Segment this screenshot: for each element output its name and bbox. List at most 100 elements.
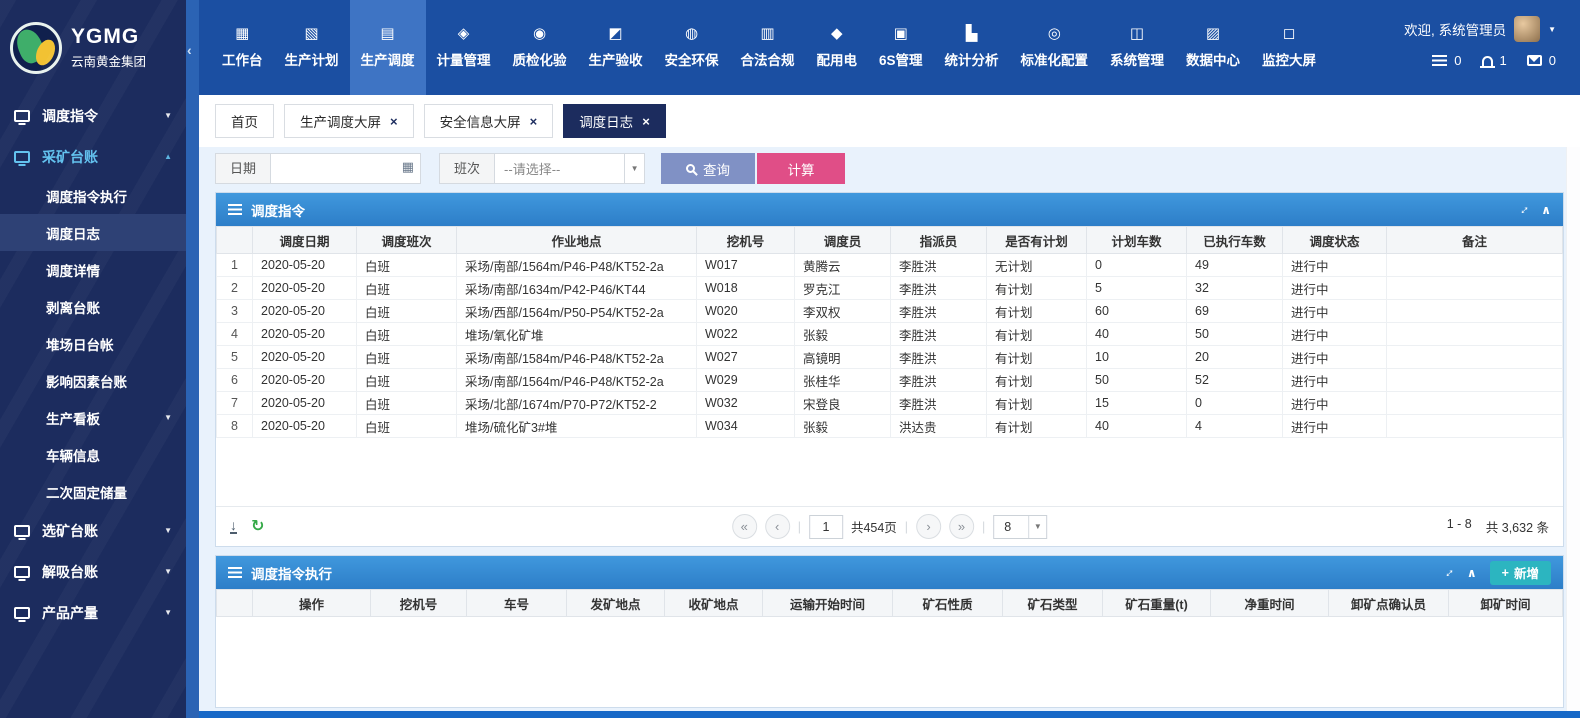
table-cell: 罗克江 xyxy=(795,277,891,300)
table-cell: 10 xyxy=(1087,346,1187,369)
tab-label: 安全信息大屏 xyxy=(440,111,521,131)
topnav-item[interactable]: ▦工作台 xyxy=(211,0,274,95)
sidebar-item[interactable]: 解吸台账▼ xyxy=(0,551,186,592)
close-icon[interactable]: × xyxy=(390,114,398,129)
table-row[interactable]: 72020-05-20白班采场/北部/1674m/P70-P72/KT52-2W… xyxy=(217,392,1563,415)
sidebar-item[interactable]: 二次固定储量 xyxy=(0,473,186,510)
next-page-button[interactable]: › xyxy=(916,514,941,539)
sidebar-item[interactable]: 车辆信息 xyxy=(0,436,186,473)
sidebar-item[interactable]: 采矿台账▲ xyxy=(0,136,186,177)
topnav-item[interactable]: ◻监控大屏 xyxy=(1251,0,1327,95)
date-input[interactable]: ▦ xyxy=(271,153,421,184)
add-button[interactable]: + 新增 xyxy=(1490,561,1551,585)
shift-select[interactable]: --请选择-- ▼ xyxy=(495,153,645,184)
page-size-select[interactable]: 8 ▼ xyxy=(993,515,1047,539)
topnav-item[interactable]: ▤生产调度 xyxy=(350,0,426,95)
refresh-icon[interactable]: ↻ xyxy=(251,519,264,535)
table-cell: 采场/南部/1584m/P46-P48/KT52-2a xyxy=(457,346,697,369)
topnav-item[interactable]: ▧生产计划 xyxy=(274,0,350,95)
collapse-chevron-icon[interactable]: ‹ xyxy=(187,42,192,58)
download-icon[interactable]: ↓ xyxy=(230,519,237,534)
query-button[interactable]: 查询 xyxy=(661,153,755,184)
data-center-icon: ▨ xyxy=(1206,26,1220,41)
topnav-item[interactable]: ◈计量管理 xyxy=(426,0,502,95)
dispatch-execution-table: 操作挖机号车号发矿地点收矿地点运输开始时间矿石性质矿石类型矿石重量(t)净重时间… xyxy=(216,589,1563,617)
table-cell: 2020-05-20 xyxy=(253,254,357,277)
topnav-item[interactable]: ▥合法合规 xyxy=(730,0,806,95)
user-caret-icon[interactable]: ▼ xyxy=(1548,25,1556,34)
topnav-item[interactable]: ◆配用电 xyxy=(806,0,869,95)
table-row[interactable]: 82020-05-20白班堆场/硫化矿3#堆W034张毅洪达贵有计划404进行中 xyxy=(217,415,1563,438)
table-cell: W034 xyxy=(697,415,795,438)
table-cell: 4 xyxy=(1187,415,1283,438)
collapse-panel-icon[interactable]: ∧ xyxy=(1541,203,1551,217)
pager-separator: | xyxy=(798,520,801,534)
sidebar-item[interactable]: 调度指令执行 xyxy=(0,177,186,214)
sidebar-item[interactable]: 影响因素台账 xyxy=(0,362,186,399)
metering-icon: ◈ xyxy=(458,26,470,41)
sidebar-menu: 调度指令▼采矿台账▲调度指令执行调度日志调度详情剥离台账堆场日台帐影响因素台账生… xyxy=(0,95,186,633)
sidebar-item[interactable]: 产品产量▼ xyxy=(0,592,186,633)
badge-list-badge[interactable]: 0 xyxy=(1432,53,1461,68)
chevron-down-icon: ▼ xyxy=(164,111,172,120)
close-icon[interactable]: × xyxy=(642,114,650,129)
collapse-panel-icon[interactable]: ∧ xyxy=(1467,566,1477,580)
table-cell: 2020-05-20 xyxy=(253,277,357,300)
sidebar-item[interactable]: 调度详情 xyxy=(0,251,186,288)
column-header: 作业地点 xyxy=(457,227,697,254)
table-cell: 进行中 xyxy=(1283,369,1387,392)
table-cell: 白班 xyxy=(357,323,457,346)
topnav-item[interactable]: ◉质检化验 xyxy=(502,0,578,95)
prev-page-button[interactable]: ‹ xyxy=(765,514,790,539)
table-row[interactable]: 32020-05-20白班采场/西部/1564m/P50-P54/KT52-2a… xyxy=(217,300,1563,323)
topnav-item[interactable]: ▙统计分析 xyxy=(934,0,1010,95)
tab-item[interactable]: 安全信息大屏 × xyxy=(424,104,554,138)
badge-mail[interactable]: 0 xyxy=(1527,53,1556,68)
tab-item[interactable]: 首页 xyxy=(215,104,274,138)
table-row[interactable]: 22020-05-20白班采场/南部/1634m/P42-P46/KT44W01… xyxy=(217,277,1563,300)
topnav-item[interactable]: ▣6S管理 xyxy=(868,0,934,95)
table-cell: 高镜明 xyxy=(795,346,891,369)
sidebar-item[interactable]: 剥离台账 xyxy=(0,288,186,325)
sidebar-item[interactable]: 选矿台账▼ xyxy=(0,510,186,551)
table-row[interactable]: 42020-05-20白班堆场/氧化矿堆W022张毅李胜洪有计划4050进行中 xyxy=(217,323,1563,346)
last-page-button[interactable]: » xyxy=(949,514,974,539)
avatar[interactable] xyxy=(1514,16,1540,42)
calendar-icon[interactable]: ▦ xyxy=(402,160,414,173)
table-cell: 洪达贵 xyxy=(891,415,987,438)
table-cell: 白班 xyxy=(357,415,457,438)
horizontal-scrollbar[interactable] xyxy=(199,711,1580,718)
expand-icon[interactable]: ↕ xyxy=(1517,202,1532,217)
topnav-item[interactable]: ◎标准化配置 xyxy=(1010,0,1100,95)
table-row[interactable]: 52020-05-20白班采场/南部/1584m/P46-P48/KT52-2a… xyxy=(217,346,1563,369)
topnav-item[interactable]: ◫系统管理 xyxy=(1099,0,1175,95)
vertical-scrollbar[interactable] xyxy=(1566,147,1580,711)
expand-icon[interactable]: ↕ xyxy=(1443,565,1458,580)
sidebar-item[interactable]: 生产看板▼ xyxy=(0,399,186,436)
sidebar-item[interactable]: 调度指令▼ xyxy=(0,95,186,136)
calc-button[interactable]: 计算 xyxy=(757,153,845,184)
close-icon[interactable]: × xyxy=(530,114,538,129)
topnav-item-label: 统计分析 xyxy=(945,49,999,69)
table-row[interactable]: 62020-05-20白班采场/南部/1564m/P46-P48/KT52-2a… xyxy=(217,369,1563,392)
table-row[interactable]: 12020-05-20白班采场/南部/1564m/P46-P48/KT52-2a… xyxy=(217,254,1563,277)
sidebar-item[interactable]: 堆场日台帐 xyxy=(0,325,186,362)
topnav-item[interactable]: ◍安全环保 xyxy=(654,0,730,95)
table-cell: 白班 xyxy=(357,392,457,415)
sidebar-item[interactable]: 调度日志 xyxy=(0,214,186,251)
badge-row: 0 1 0 xyxy=(1432,53,1556,68)
tab-item[interactable]: 生产调度大屏× xyxy=(284,104,414,138)
topnav-item[interactable]: ◩生产验收 xyxy=(578,0,654,95)
monitor-icon xyxy=(14,151,30,163)
topnav-item[interactable]: ▨数据中心 xyxy=(1175,0,1251,95)
table-cell: 32 xyxy=(1187,277,1283,300)
tab-item[interactable]: 调度日志× xyxy=(563,104,666,138)
top-navigation: ▦工作台▧生产计划▤生产调度◈计量管理◉质检化验◩生产验收◍安全环保▥合法合规◆… xyxy=(199,0,1580,95)
table-cell: 采场/南部/1564m/P46-P48/KT52-2a xyxy=(457,254,697,277)
page-number-input[interactable]: 1 xyxy=(809,515,843,539)
sidebar-collapse-strip[interactable]: ‹ xyxy=(186,0,199,718)
badge-bell[interactable]: 1 xyxy=(1482,53,1507,68)
first-page-button[interactable]: « xyxy=(732,514,757,539)
table-cell: W029 xyxy=(697,369,795,392)
sidebar-item-label: 生产看板 xyxy=(46,408,100,428)
